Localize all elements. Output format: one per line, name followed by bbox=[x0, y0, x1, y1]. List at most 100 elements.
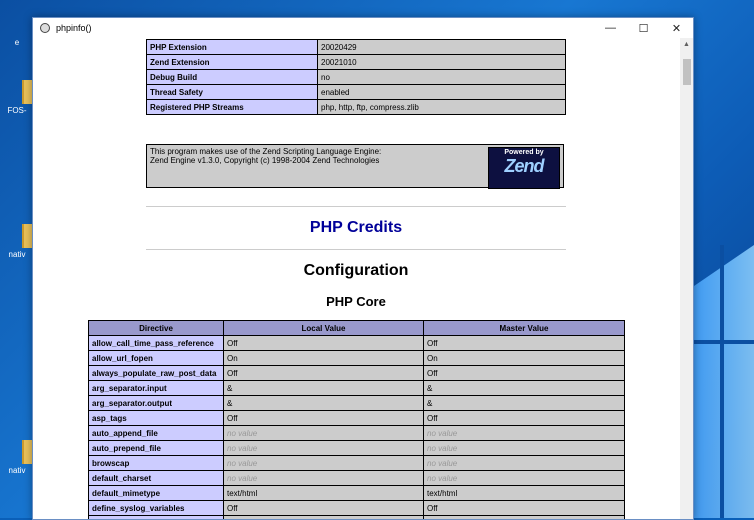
php-core-heading: PHP Core bbox=[326, 294, 386, 309]
local-value-cell: no value bbox=[223, 515, 424, 520]
table-row: auto_append_file no value no value bbox=[88, 425, 625, 441]
window-logo-divider bbox=[720, 245, 724, 518]
directive-cell: define_syslog_variables bbox=[88, 500, 224, 516]
table-row: auto_prepend_file no value no value bbox=[88, 440, 625, 456]
zend-logo[interactable]: Powered by Zend bbox=[488, 147, 560, 189]
divider bbox=[146, 206, 566, 207]
no-value-text: no value bbox=[227, 443, 258, 453]
table-row: Registered PHP Streams php, http, ftp, co… bbox=[146, 99, 566, 115]
directive-cell: arg_separator.input bbox=[88, 380, 224, 396]
master-value-cell: Off bbox=[423, 500, 625, 516]
master-value-cell: no value bbox=[423, 455, 625, 471]
table-row: arg_separator.input & & bbox=[88, 380, 625, 396]
local-value-cell: On bbox=[223, 350, 424, 366]
master-value-cell: no value bbox=[423, 425, 625, 441]
table-row: always_populate_raw_post_data Off Off bbox=[88, 365, 625, 381]
directive-cell: always_populate_raw_post_data bbox=[88, 365, 224, 381]
desktop-icon-folder[interactable]: nativ bbox=[0, 440, 34, 475]
local-value-cell: no value bbox=[223, 425, 424, 441]
master-value-cell: & bbox=[423, 380, 625, 396]
master-value-cell: On bbox=[423, 350, 625, 366]
zend-logo-caption: Powered by bbox=[504, 149, 544, 156]
scroll-up-arrow-icon[interactable]: ▲ bbox=[680, 38, 693, 51]
table-row: allow_url_fopen On On bbox=[88, 350, 625, 366]
directive-cell: auto_prepend_file bbox=[88, 440, 224, 456]
no-value-text: no value bbox=[427, 458, 458, 468]
no-value-text: no value bbox=[427, 473, 458, 483]
configuration-heading: Configuration bbox=[303, 262, 409, 279]
table-row: default_mimetype text/html text/html bbox=[88, 485, 625, 501]
local-value-cell: Off bbox=[223, 410, 424, 426]
zend-logo-wordmark: Zend bbox=[504, 156, 545, 176]
desktop-icon-label: FOS- bbox=[7, 106, 27, 115]
local-value-cell: & bbox=[223, 380, 424, 396]
maximize-button[interactable]: ☐ bbox=[627, 18, 660, 38]
table-row: browscap no value no value bbox=[88, 455, 625, 471]
table-row: arg_separator.output & & bbox=[88, 395, 625, 411]
table-row: Debug Build no bbox=[146, 69, 566, 85]
row-key: Debug Build bbox=[146, 69, 318, 85]
directive-cell: allow_url_fopen bbox=[88, 350, 224, 366]
minimize-button[interactable]: — bbox=[594, 18, 627, 38]
row-key: Registered PHP Streams bbox=[146, 99, 318, 115]
row-value: no bbox=[317, 69, 566, 85]
column-header: Local Value bbox=[223, 320, 424, 336]
page-content: PHP Extension 20020429 Zend Extension 20021… bbox=[33, 38, 679, 519]
php-core-table: Directive Local Value Master Value allow… bbox=[88, 320, 625, 519]
row-value: php, http, ftp, compress.zlib bbox=[317, 99, 566, 115]
app-icon bbox=[40, 23, 50, 33]
local-value-cell: text/html bbox=[223, 485, 424, 501]
row-key: PHP Extension bbox=[146, 39, 318, 55]
directive-cell: default_charset bbox=[88, 470, 224, 486]
row-key: Thread Safety bbox=[146, 84, 318, 100]
vertical-scrollbar[interactable]: ▲ bbox=[680, 38, 693, 519]
row-key: Zend Extension bbox=[146, 54, 318, 70]
master-value-cell: no value bbox=[423, 515, 625, 519]
row-value: enabled bbox=[317, 84, 566, 100]
browser-window: phpinfo() — ☐ ✕ PHP Extension 20020429 Zen… bbox=[32, 17, 694, 520]
window-logo-divider bbox=[694, 340, 754, 344]
local-value-cell: Off bbox=[223, 365, 424, 381]
directive-cell: disable_classes bbox=[88, 515, 224, 519]
table-row: disable_classesno value no value bbox=[88, 515, 625, 520]
zend-engine-box: This program makes use of the Zend Scrip… bbox=[146, 144, 564, 189]
directive-cell: arg_separator.output bbox=[88, 395, 224, 411]
local-value-cell: Off bbox=[223, 335, 424, 351]
desktop-icon-folder[interactable]: nativ bbox=[0, 224, 34, 259]
table-row: define_syslog_variables Off Off bbox=[88, 500, 625, 516]
table-row: allow_call_time_pass_reference Off Off bbox=[88, 335, 625, 351]
no-value-text: no value bbox=[427, 428, 458, 438]
master-value-cell: & bbox=[423, 395, 625, 411]
extension-info-table: PHP Extension 20020429 Zend Extension 20021… bbox=[146, 39, 566, 115]
row-value: 20020429 bbox=[317, 39, 566, 55]
window-title: phpinfo() bbox=[56, 23, 92, 33]
master-value-cell: no value bbox=[423, 470, 625, 486]
directive-cell: asp_tags bbox=[88, 410, 224, 426]
php-credits-link[interactable]: PHP Credits bbox=[33, 219, 679, 237]
window-logo-light bbox=[694, 245, 754, 518]
directive-cell: auto_append_file bbox=[88, 425, 224, 441]
no-value-text: no value bbox=[227, 519, 257, 520]
master-value-cell: text/html bbox=[423, 485, 625, 501]
column-header: Master Value bbox=[423, 320, 625, 336]
scroll-thumb[interactable] bbox=[683, 59, 691, 85]
no-value-text: no value bbox=[427, 443, 458, 453]
row-value: 20021010 bbox=[317, 54, 566, 70]
title-bar[interactable]: phpinfo() — ☐ ✕ bbox=[33, 18, 693, 38]
no-value-text: no value bbox=[227, 473, 258, 483]
desktop-icon-folder[interactable]: FOS- bbox=[0, 80, 34, 115]
desktop-icon-label: nativ bbox=[8, 250, 26, 259]
local-value-cell: Off bbox=[223, 500, 424, 516]
table-row: Thread Safety enabled bbox=[146, 84, 566, 100]
desktop-icon-label: e bbox=[14, 38, 20, 47]
divider bbox=[146, 249, 566, 250]
local-value-cell: no value bbox=[223, 455, 424, 471]
column-header: Directive bbox=[88, 320, 224, 336]
local-value-cell: no value bbox=[223, 470, 424, 486]
no-value-text: no value bbox=[227, 458, 258, 468]
desktop-icon[interactable]: e bbox=[0, 38, 34, 47]
master-value-cell: Off bbox=[423, 365, 625, 381]
master-value-cell: Off bbox=[423, 410, 625, 426]
close-button[interactable]: ✕ bbox=[660, 18, 693, 38]
table-row: Zend Extension 20021010 bbox=[146, 54, 566, 70]
